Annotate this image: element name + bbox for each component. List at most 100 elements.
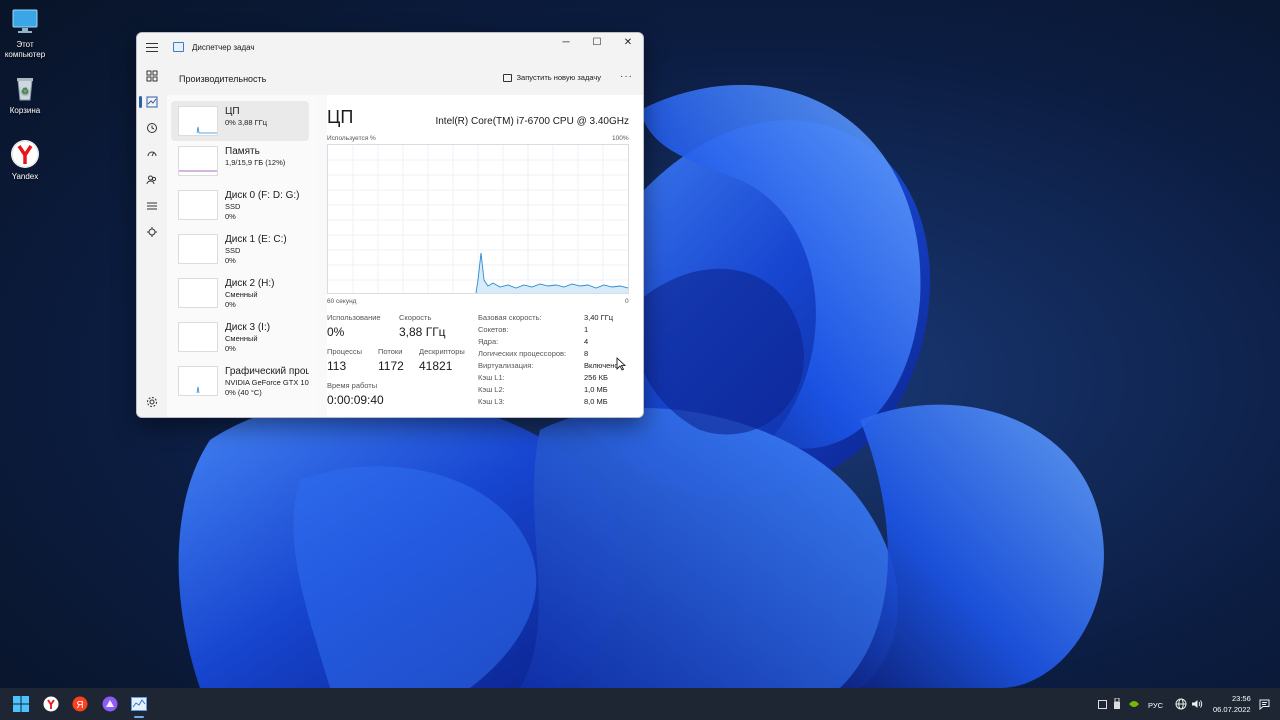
desktop-icon-label: Корзина — [9, 106, 41, 115]
alice-icon — [102, 696, 118, 712]
device-usage: 0% — [225, 300, 236, 309]
threads-label: Потоки — [378, 347, 403, 356]
minimize-button[interactable]: ─ — [551, 33, 581, 51]
device-item-disk-3[interactable]: Диск 3 (I:) Сменный 0% — [171, 317, 309, 357]
info-value: 1 — [584, 325, 589, 334]
device-thumbnail — [178, 366, 218, 396]
device-detail: 0% 3,88 ГГц — [225, 118, 268, 127]
device-item-memory[interactable]: Память 1,9/15,9 ГБ (12%) — [171, 141, 309, 181]
usb-icon — [1114, 698, 1120, 709]
uptime-label: Время работы — [327, 381, 378, 390]
info-label: Кэш L2: — [478, 385, 505, 394]
device-name: Диск 3 (I:) — [225, 322, 271, 333]
taskbar-yandex[interactable]: Я — [70, 694, 90, 714]
desktop-icon-label: Этот компьютер — [4, 40, 46, 59]
services-icon — [147, 227, 157, 237]
tray-nvidia[interactable] — [1124, 694, 1144, 714]
device-name: Память — [225, 146, 260, 157]
cpu-detail-panel: ЦП Intel(R) Core(TM) i7-6700 CPU @ 3.40G… — [327, 95, 643, 417]
nav-services[interactable] — [143, 223, 161, 241]
nav-app-history[interactable] — [143, 119, 161, 137]
device-item-disk-1[interactable]: Диск 1 (E: C:) SSD 0% — [171, 229, 309, 269]
info-value: 3,40 ГГц — [584, 313, 614, 322]
device-thumbnail — [178, 234, 218, 264]
desktop-icon-recycle-bin[interactable]: ♻ Корзина — [0, 72, 50, 116]
graph-label-right: 100% — [612, 135, 629, 142]
tray-notifications[interactable] — [1254, 694, 1274, 714]
more-options-button[interactable]: ··· — [620, 71, 633, 82]
nav-details[interactable] — [143, 197, 161, 215]
taskbar-yandex-browser[interactable] — [41, 694, 61, 714]
device-type: SSD — [225, 202, 241, 211]
nav-processes[interactable] — [143, 67, 161, 85]
close-button[interactable]: ✕ — [613, 33, 643, 51]
device-usage: 0% — [225, 212, 236, 221]
task-manager-icon — [131, 697, 147, 711]
performance-icon — [146, 96, 158, 108]
notification-icon — [1259, 699, 1269, 710]
device-usage: 0% (40 °C) — [225, 388, 262, 397]
cpu-graph-svg — [328, 145, 629, 294]
desktop-icon-this-pc[interactable]: Этот компьютер — [0, 6, 50, 60]
maximize-button[interactable]: ☐ — [582, 33, 612, 51]
device-thumbnail — [178, 190, 218, 220]
info-label: Виртуализация: — [478, 361, 534, 370]
taskbar-alice[interactable] — [100, 694, 120, 714]
device-name: Диск 1 (E: C:) — [225, 234, 287, 245]
yandex-icon: Я — [72, 696, 88, 712]
users-icon — [146, 175, 157, 185]
cpu-model: Intel(R) Core(TM) i7-6700 CPU @ 3.40GHz — [435, 116, 629, 127]
nav-users[interactable] — [143, 171, 161, 189]
info-label: Ядра: — [478, 337, 499, 346]
title-bar[interactable]: Диспетчер задач ─ ☐ ✕ — [137, 33, 643, 61]
nav-settings[interactable] — [143, 393, 161, 411]
graph-label-left: Используется % — [327, 135, 376, 142]
task-manager-icon — [173, 42, 184, 52]
usage-label: Использование — [327, 313, 381, 322]
nav-startup[interactable] — [143, 145, 161, 163]
info-label: Сокетов: — [478, 325, 509, 334]
language-indicator[interactable]: РУС — [1148, 701, 1163, 710]
svg-text:Я: Я — [76, 700, 83, 711]
clock-date[interactable]: 06.07.2022 — [1213, 705, 1251, 714]
info-value: 1,0 МБ — [584, 385, 608, 394]
device-item-disk-0[interactable]: Диск 0 (F: D: G:) SSD 0% — [171, 185, 309, 225]
device-type: SSD — [225, 246, 241, 255]
device-thumbnail — [178, 278, 218, 308]
task-manager-window[interactable]: Диспетчер задач ─ ☐ ✕ Производительность… — [136, 32, 644, 418]
speaker-icon — [1192, 700, 1203, 708]
processes-value: 113 — [327, 359, 347, 373]
threads-value: 1172 — [378, 359, 404, 373]
info-value: Включено — [584, 361, 619, 370]
yandex-browser-icon — [43, 696, 59, 712]
desktop-icon-yandex[interactable]: Yandex — [0, 138, 50, 182]
speed-value: 3,88 ГГц — [399, 325, 446, 339]
taskbar-task-manager[interactable] — [129, 694, 149, 714]
device-item-cpu[interactable]: ЦП 0% 3,88 ГГц — [171, 101, 309, 141]
cpu-usage-graph — [327, 144, 629, 294]
uptime-value: 0:00:09:40 — [327, 393, 384, 407]
nav-performance[interactable] — [139, 93, 161, 111]
svg-text:♻: ♻ — [21, 86, 29, 96]
hamburger-menu-icon[interactable] — [144, 40, 160, 54]
info-label: Кэш L1: — [478, 373, 505, 382]
recycle-bin-icon: ♻ — [9, 72, 41, 104]
taskbar: Я РУС 23:56 06.07.2022 — [0, 688, 1280, 720]
history-icon — [147, 123, 157, 133]
run-task-icon — [502, 73, 512, 82]
tray-square-icon — [1097, 699, 1107, 709]
startup-icon — [147, 151, 157, 157]
windows-start-icon — [13, 696, 29, 712]
tray-volume[interactable] — [1187, 694, 1207, 714]
device-type: NVIDIA GeForce GTX 1060 — [225, 378, 309, 387]
device-detail: 1,9/15,9 ГБ (12%) — [225, 158, 286, 167]
speed-label: Скорость — [399, 313, 432, 322]
device-item-disk-2[interactable]: Диск 2 (H:) Сменный 0% — [171, 273, 309, 313]
run-new-task-button[interactable]: Запустить новую задачу — [502, 73, 601, 82]
device-thumbnail — [178, 146, 218, 176]
processes-icon — [146, 70, 158, 82]
start-button[interactable] — [11, 694, 31, 714]
device-item-gpu[interactable]: Графический процессор 0 NVIDIA GeForce G… — [171, 361, 309, 401]
clock-time[interactable]: 23:56 — [1232, 694, 1251, 703]
monitor-icon — [9, 6, 41, 38]
